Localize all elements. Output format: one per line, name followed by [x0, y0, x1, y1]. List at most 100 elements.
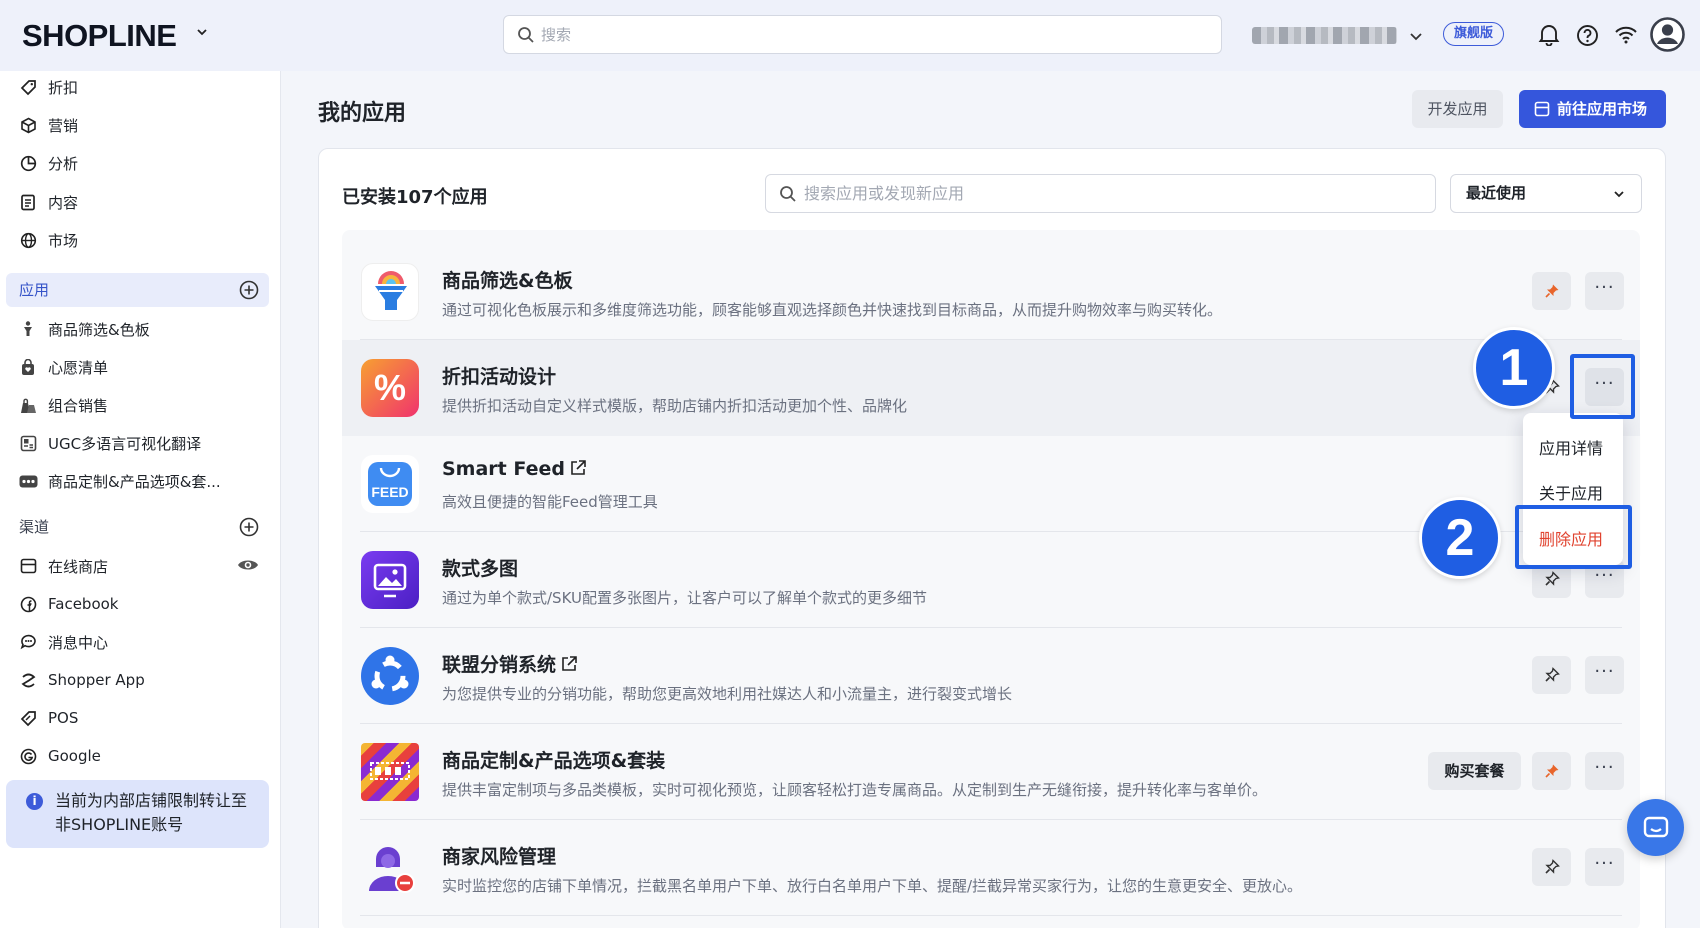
highlight-delete-item: [1515, 505, 1632, 569]
help-icon[interactable]: [1576, 24, 1599, 47]
app-name[interactable]: Smart Feed: [442, 458, 587, 480]
more-dots-icon: ···: [1594, 757, 1615, 778]
menu-item-about-app[interactable]: 关于应用: [1539, 480, 1603, 504]
app-name[interactable]: 商家风险管理: [442, 842, 556, 869]
options-icon: [18, 471, 38, 491]
sidebar-app-wishlist[interactable]: 心愿清单: [18, 353, 108, 381]
search-icon: [780, 186, 796, 202]
more-dots-icon: ···: [1594, 661, 1615, 682]
pin-outline-icon: [1544, 571, 1560, 586]
info-icon: i: [26, 793, 43, 810]
globe-icon: [18, 230, 38, 250]
menu-item-app-details[interactable]: 应用详情: [1539, 435, 1603, 459]
support-chat-button[interactable]: [1627, 799, 1684, 856]
shopper-app-icon: [18, 670, 38, 690]
sidebar-item-content[interactable]: 内容: [18, 188, 78, 216]
store-switch-chevron-icon[interactable]: [196, 26, 208, 38]
sidebar-item-label: 心愿清单: [48, 358, 109, 377]
sidebar-item-label: 折扣: [48, 78, 79, 97]
more-button[interactable]: ···: [1585, 752, 1624, 790]
go-to-app-market-button[interactable]: 前往应用市场: [1519, 90, 1666, 128]
more-button[interactable]: ···: [1585, 848, 1624, 886]
svg-text:%: %: [374, 367, 406, 408]
product-filter-app-logo: [361, 263, 419, 321]
sidebar-item-label: 市场: [48, 231, 79, 250]
sidebar-item-label: 营销: [48, 116, 79, 135]
sort-value: 最近使用: [1466, 184, 1527, 202]
sidebar-item-label: Shopper App: [48, 671, 145, 689]
more-button[interactable]: ···: [1585, 272, 1624, 310]
sidebar-item-marketing[interactable]: 营销: [18, 111, 78, 139]
sidebar-item-discount[interactable]: 折扣: [18, 73, 78, 101]
app-row[interactable]: 商家风险管理 实时监控您的店铺下单情况，拦截黑名单用户下单、放行白名单用户下单、…: [342, 820, 1640, 916]
app-row[interactable]: % 折扣活动设计 提供折扣活动自定义样式模版，帮助店铺内折扣活动更加个性、品牌化…: [342, 340, 1640, 436]
sidebar-item-analytics[interactable]: 分析: [18, 149, 78, 177]
external-link-icon[interactable]: [560, 655, 578, 673]
sidebar-item-label: Facebook: [48, 595, 119, 613]
pin-button[interactable]: [1532, 752, 1571, 790]
app-name[interactable]: 商品筛选&色板: [442, 266, 573, 293]
sidebar-app-bundle[interactable]: 组合销售: [18, 391, 108, 419]
cube-icon: [18, 115, 38, 135]
sidebar-app-customization[interactable]: 商品定制&产品选项&套...: [18, 467, 221, 495]
customization-app-logo: [361, 743, 419, 801]
chevron-down-icon: [1614, 191, 1624, 198]
app-description: 提供丰富定制项与多品类模板，实时可视化预览，让顾客轻松打造专属商品。从定制到生产…: [442, 781, 1268, 799]
app-name[interactable]: 折扣活动设计: [442, 362, 556, 389]
sidebar-app-filter[interactable]: 商品筛选&色板: [18, 315, 150, 343]
app-search[interactable]: [765, 174, 1436, 213]
app-search-input[interactable]: [804, 177, 1424, 210]
more-dots-icon: ···: [1594, 565, 1615, 586]
sort-select[interactable]: 最近使用: [1450, 174, 1642, 213]
store-icon: [1534, 101, 1550, 117]
sidebar-channel-facebook[interactable]: Facebook: [18, 590, 118, 618]
sidebar-item-label: 在线商店: [48, 557, 109, 576]
store-chevron-down-icon[interactable]: [1409, 29, 1423, 43]
sidebar-item-label: UGC多语言可视化翻译: [48, 434, 202, 453]
bell-icon[interactable]: [1538, 22, 1560, 46]
avatar-icon[interactable]: [1650, 17, 1685, 52]
app-name[interactable]: 款式多图: [442, 554, 518, 581]
sidebar-item-label: 内容: [48, 193, 79, 212]
bag-icon: [18, 357, 38, 377]
sidebar-app-ugc-translate[interactable]: UGC多语言可视化翻译: [18, 429, 201, 457]
app-description: 通过为单个款式/SKU配置多张图片，让客户可以了解单个款式的更多细节: [442, 589, 927, 607]
app-row[interactable]: 商品筛选&色板 通过可视化色板展示和多维度筛选功能，顾客能够直观选择颜色并快速找…: [342, 244, 1640, 340]
app-row[interactable]: 联盟分销系统 为您提供专业的分销功能，帮助您更高效地利用社媒达人和小流量主，进行…: [342, 628, 1640, 724]
button-label: 前往应用市场: [1557, 100, 1648, 118]
store-name-blurred[interactable]: [1252, 27, 1397, 44]
sidebar-channel-message-center[interactable]: 消息中心: [18, 628, 108, 656]
section-label: 渠道: [19, 518, 50, 536]
sidebar-channel-google[interactable]: Google: [18, 742, 101, 770]
global-search[interactable]: [503, 15, 1222, 54]
global-search-input[interactable]: [541, 18, 1201, 51]
google-icon: [18, 746, 38, 766]
sidebar-channel-pos[interactable]: POS: [18, 704, 78, 732]
pin-outline-icon: [1544, 667, 1560, 682]
buy-plan-button[interactable]: 购买套餐: [1428, 752, 1521, 790]
pin-button[interactable]: [1532, 656, 1571, 694]
app-row[interactable]: 商品定制&产品选项&套装 提供丰富定制项与多品类模板，实时可视化预览，让顾客轻松…: [342, 724, 1640, 820]
view-eye-icon[interactable]: [237, 557, 259, 573]
app-description: 实时监控您的店铺下单情况，拦截黑名单用户下单、放行白名单用户下单、提醒/拦截异常…: [442, 877, 1303, 895]
sidebar-section-apps[interactable]: 应用: [6, 273, 269, 307]
notice-text: 当前为内部店铺限制转让至非SHOPLINE账号: [55, 791, 248, 834]
pin-button[interactable]: [1532, 272, 1571, 310]
app-name[interactable]: 联盟分销系统: [442, 650, 578, 677]
external-link-icon[interactable]: [569, 459, 587, 477]
more-dots-icon: ···: [1594, 277, 1615, 298]
app-name-text: Smart Feed: [442, 458, 565, 480]
app-name[interactable]: 商品定制&产品选项&套装: [442, 746, 665, 773]
add-app-icon[interactable]: [239, 280, 259, 300]
more-button[interactable]: ···: [1585, 656, 1624, 694]
develop-app-button[interactable]: 开发应用: [1412, 90, 1503, 128]
sidebar-section-channels[interactable]: 渠道: [6, 510, 269, 544]
app-description: 为您提供专业的分销功能，帮助您更高效地利用社媒达人和小流量主，进行裂变式增长: [442, 685, 1013, 703]
sidebar-channel-online-store[interactable]: 在线商店: [18, 552, 108, 580]
sidebar-item-markets[interactable]: 市场: [18, 226, 78, 254]
app-name-text: 联盟分销系统: [442, 654, 557, 676]
pin-button[interactable]: [1532, 848, 1571, 886]
sidebar-channel-shopper-app[interactable]: Shopper App: [18, 666, 145, 694]
add-channel-icon[interactable]: [239, 517, 259, 537]
shopline-logo[interactable]: SHOPLINE: [22, 18, 177, 54]
